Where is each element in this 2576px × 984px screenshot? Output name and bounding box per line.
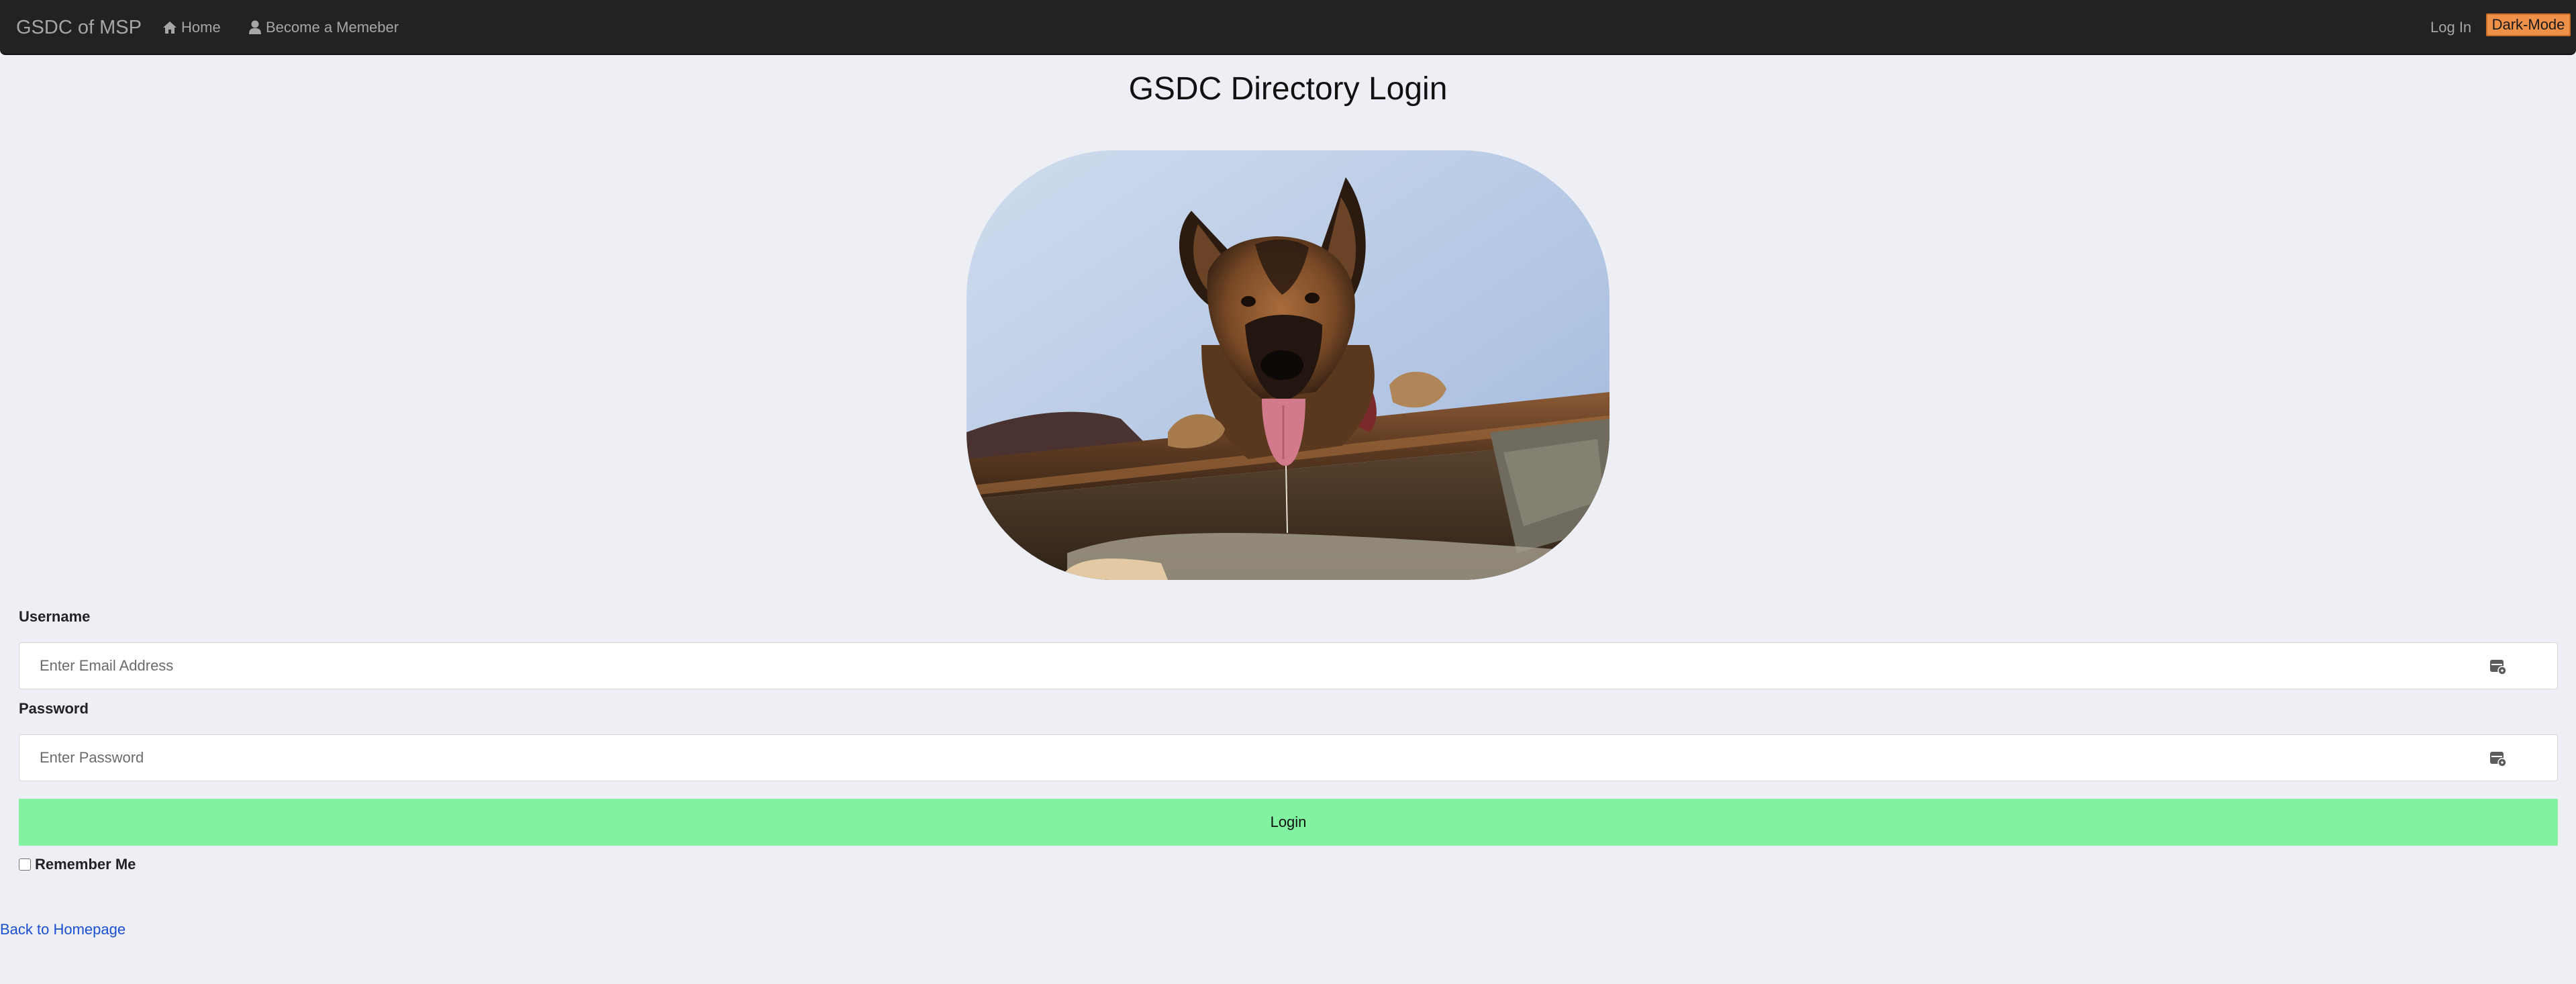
password-field[interactable] <box>19 734 2558 781</box>
page-title: GSDC Directory Login <box>1128 71 1448 107</box>
dark-mode-button[interactable]: Dark-Mode <box>2486 13 2571 36</box>
nav-become-member-label: Become a Memeber <box>266 19 399 36</box>
hero-dog-image <box>967 150 1609 580</box>
password-manager-icon[interactable] <box>2489 658 2507 679</box>
back-to-homepage-link[interactable]: Back to Homepage <box>0 921 126 938</box>
nav-home-label: Home <box>181 19 221 36</box>
remember-me-label: Remember Me <box>35 856 136 873</box>
nav-become-member-link[interactable]: Become a Memeber <box>248 0 399 55</box>
nav-login-link[interactable]: Log In <box>2430 0 2471 55</box>
nav-home-link[interactable]: Home <box>162 0 221 55</box>
login-button[interactable]: Login <box>19 799 2558 846</box>
home-icon <box>162 21 177 34</box>
username-input[interactable] <box>40 643 2456 689</box>
brand-link[interactable]: GSDC of MSP <box>16 0 142 55</box>
user-icon <box>248 20 262 35</box>
password-input[interactable] <box>40 735 2456 781</box>
username-label: Username <box>19 608 91 625</box>
password-label: Password <box>19 700 89 717</box>
top-navbar: GSDC of MSP Home Become a Memeber Log In… <box>0 0 2576 55</box>
remember-me-checkbox[interactable] <box>19 858 31 871</box>
remember-me[interactable]: Remember Me <box>19 856 136 873</box>
password-manager-icon[interactable] <box>2489 750 2507 771</box>
username-field[interactable] <box>19 642 2558 689</box>
